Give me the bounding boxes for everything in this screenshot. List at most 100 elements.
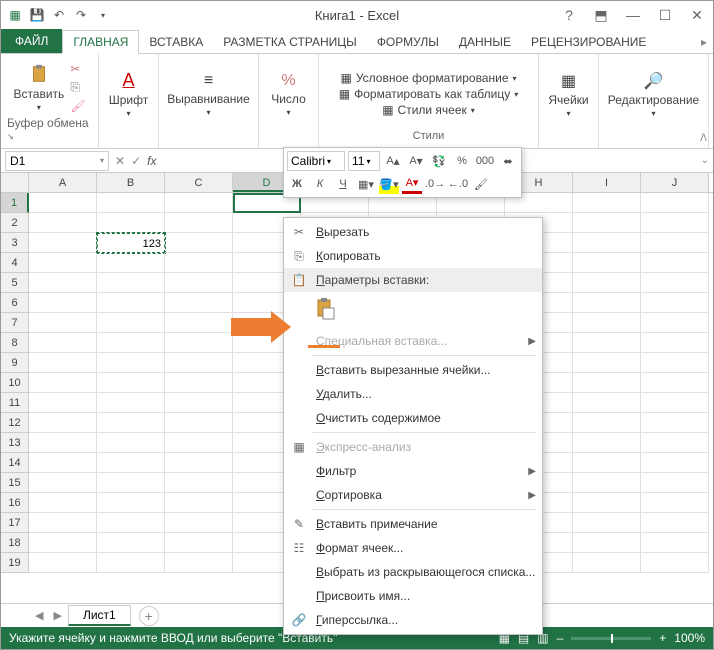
context-menu-item[interactable]: Присвоить имя... <box>284 584 542 608</box>
cell[interactable] <box>97 373 165 393</box>
cell[interactable] <box>97 293 165 313</box>
cell[interactable] <box>97 313 165 333</box>
tab-insert[interactable]: ВСТАВКА <box>139 31 213 53</box>
row-header[interactable]: 8 <box>1 333 29 353</box>
merge-icon[interactable]: ⬌ <box>498 151 518 171</box>
shrink-font-icon[interactable]: A▾ <box>406 151 426 171</box>
zoom-level[interactable]: 100% <box>674 631 705 645</box>
cell[interactable] <box>165 433 233 453</box>
context-menu-item[interactable]: ⎘Копировать <box>284 244 542 268</box>
cancel-icon[interactable]: ✕ <box>115 154 125 168</box>
row-header[interactable]: 16 <box>1 493 29 513</box>
row-header[interactable]: 1 <box>1 193 29 213</box>
cell[interactable] <box>29 333 97 353</box>
qat-drop-icon[interactable]: ▾ <box>93 5 113 25</box>
sheet-nav-next-icon[interactable]: ▶ <box>49 609 65 622</box>
close-icon[interactable]: ✕ <box>685 7 709 24</box>
cell[interactable] <box>29 373 97 393</box>
cell[interactable] <box>29 273 97 293</box>
enter-icon[interactable]: ✓ <box>131 154 141 168</box>
font-button[interactable]: АШрифт▾ <box>109 70 148 118</box>
cell[interactable] <box>29 253 97 273</box>
cell[interactable] <box>573 193 641 213</box>
cell[interactable] <box>573 393 641 413</box>
context-menu-item[interactable]: Вставить вырезанные ячейки... <box>284 358 542 382</box>
cell[interactable] <box>165 493 233 513</box>
cell[interactable] <box>29 313 97 333</box>
cell[interactable] <box>29 493 97 513</box>
name-box[interactable]: D1▾ <box>5 151 109 171</box>
cell[interactable] <box>573 513 641 533</box>
painter-icon[interactable]: 🖌 <box>70 99 85 113</box>
cell[interactable] <box>165 353 233 373</box>
tab-file[interactable]: ФАЙЛ <box>1 29 62 53</box>
cell[interactable] <box>29 433 97 453</box>
cell[interactable] <box>29 213 97 233</box>
tab-home[interactable]: ГЛАВНАЯ <box>62 30 139 54</box>
redo-icon[interactable]: ↷ <box>71 5 91 25</box>
cell[interactable] <box>165 213 233 233</box>
row-header[interactable]: 11 <box>1 393 29 413</box>
align-button[interactable]: ≡Выравнивание▾ <box>167 72 250 117</box>
cell[interactable] <box>641 493 709 513</box>
underline-icon[interactable]: Ч <box>333 174 353 194</box>
cell[interactable] <box>641 233 709 253</box>
context-menu-item[interactable]: ✂Вырезать <box>284 220 542 244</box>
row-header[interactable]: 2 <box>1 213 29 233</box>
cell[interactable] <box>641 473 709 493</box>
cell[interactable] <box>97 493 165 513</box>
cell[interactable] <box>573 373 641 393</box>
cell[interactable] <box>573 533 641 553</box>
cell[interactable] <box>573 353 641 373</box>
cell[interactable] <box>97 453 165 473</box>
select-all-corner[interactable] <box>1 173 29 192</box>
fontcolor-icon[interactable]: A▾ <box>402 174 422 194</box>
col-header[interactable]: I <box>573 173 641 192</box>
tab-layout[interactable]: РАЗМЕТКА СТРАНИЦЫ <box>213 31 367 53</box>
percent-icon[interactable]: % <box>452 151 472 171</box>
cell[interactable] <box>29 473 97 493</box>
cell[interactable] <box>641 293 709 313</box>
format-table-button[interactable]: ▦Форматировать как таблицу ▾ <box>339 87 519 101</box>
cell[interactable] <box>29 513 97 533</box>
ribbon-opts-icon[interactable]: ⬒ <box>589 7 613 24</box>
cell[interactable] <box>641 433 709 453</box>
cell[interactable] <box>641 313 709 333</box>
grow-font-icon[interactable]: A▴ <box>383 151 403 171</box>
row-header[interactable]: 9 <box>1 353 29 373</box>
cells-button[interactable]: ▦Ячейки▾ <box>548 71 588 118</box>
row-header[interactable]: 3 <box>1 233 29 253</box>
cell[interactable] <box>641 333 709 353</box>
cell[interactable] <box>573 233 641 253</box>
cell[interactable] <box>97 333 165 353</box>
cell[interactable] <box>641 253 709 273</box>
cell[interactable] <box>165 333 233 353</box>
row-header[interactable]: 14 <box>1 453 29 473</box>
cell[interactable] <box>97 273 165 293</box>
minimize-icon[interactable]: — <box>621 7 645 23</box>
cell[interactable] <box>641 273 709 293</box>
cell[interactable] <box>573 333 641 353</box>
cell[interactable] <box>97 553 165 573</box>
cell[interactable] <box>165 293 233 313</box>
cell[interactable] <box>165 393 233 413</box>
cell[interactable] <box>165 473 233 493</box>
cell[interactable] <box>165 253 233 273</box>
cell[interactable] <box>97 193 165 213</box>
paste-button[interactable]: Вставить▾ <box>13 63 64 112</box>
cell[interactable] <box>573 433 641 453</box>
cell[interactable] <box>29 413 97 433</box>
collapse-ribbon-icon[interactable]: ᐱ <box>700 133 707 144</box>
cell[interactable] <box>641 453 709 473</box>
context-menu-item[interactable]: Фильтр▶ <box>284 459 542 483</box>
cell[interactable] <box>97 413 165 433</box>
cell[interactable] <box>573 473 641 493</box>
cell[interactable] <box>641 373 709 393</box>
context-menu-item[interactable]: ✎Вставить примечание <box>284 512 542 536</box>
cell[interactable] <box>641 193 709 213</box>
cell[interactable] <box>29 453 97 473</box>
cell[interactable] <box>165 553 233 573</box>
cell[interactable] <box>29 293 97 313</box>
row-header[interactable]: 10 <box>1 373 29 393</box>
cell[interactable] <box>641 213 709 233</box>
